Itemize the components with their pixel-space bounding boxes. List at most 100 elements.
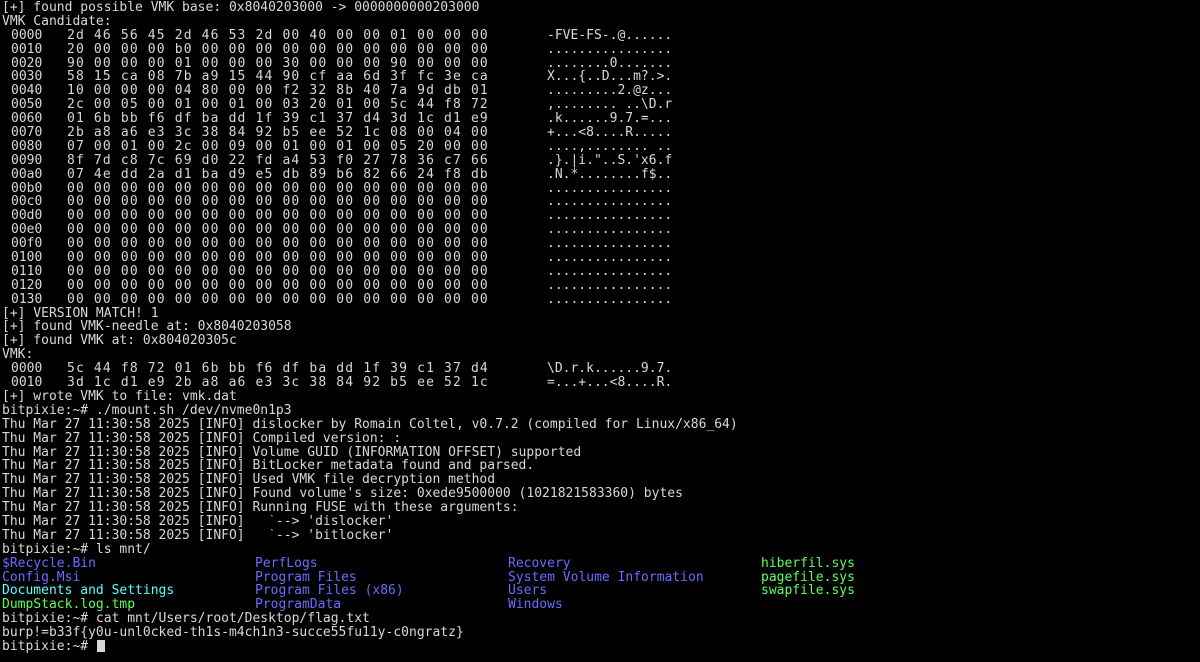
file-entry: swapfile.sys [761,583,855,599]
hexdump-row: 00d0 00 00 00 00 00 00 00 00 00 00 00 00 … [2,209,1200,223]
vmk-label: VMK: [2,348,34,363]
status-line: [+] VERSION MATCH! 1 [2,306,159,321]
hex-bytes: 5c 44 f8 72 01 6b bb f6 df ba dd 1f 39 c… [67,362,489,377]
hex-bytes: 00 00 00 00 00 00 00 00 00 00 00 00 00 0… [67,209,489,224]
hex-bytes: 2c 00 05 00 01 00 01 00 03 20 01 00 5c 4… [67,98,489,113]
hexdump-row: 00c0 00 00 00 00 00 00 00 00 00 00 00 00 … [2,195,1200,209]
hex-bytes: 00 00 00 00 00 00 00 00 00 00 00 00 00 0… [67,181,489,196]
hex-ascii: ................ [547,237,673,252]
hexdump-row: 00f0 00 00 00 00 00 00 00 00 00 00 00 00 … [2,237,1200,251]
log-line: Thu Mar 27 11:30:58 2025 [INFO] dislocke… [2,417,738,432]
hexdump-row: 0000 5c 44 f8 72 01 6b bb f6 df ba dd 1f … [2,362,1200,376]
hex-offset: 0130 [11,292,43,307]
vmk-candidate-label: VMK Candidate: [2,14,112,29]
ls-listing: $Recycle.Bin PerfLogs Recovery hiberfil.sys… [2,555,1200,613]
log-line: Thu Mar 27 11:30:58 2025 [INFO] BitLocke… [2,459,535,474]
log-line: Thu Mar 27 11:30:58 2025 [INFO] Compiled… [2,431,402,446]
ls-row: DumpStack.log.tmp ProgramData Windows [2,598,1200,612]
vmk-hexdump: 0000 5c 44 f8 72 01 6b bb f6 df ba dd 1f … [2,362,1200,390]
hex-offset: 0010 [11,376,43,390]
flag-output: burp!=b33f{y0u-unl0cked-th1s-m4ch1n3-suc… [2,626,464,640]
command-prompt[interactable]: bitpixie:~# [2,639,1200,654]
ls-row: Config.Msi Program Files System Volume Inf… [2,569,1200,585]
log-line: Thu Mar 27 11:30:58 2025 [INFO] `--> 'bi… [2,528,394,543]
hex-bytes: 2d 46 56 45 2d 46 53 2d 00 40 00 00 01 0… [67,28,489,43]
hex-ascii: .}.|i."..S.'x6.f [547,153,673,168]
hex-ascii: ................ [547,264,673,279]
hexdump-row: 0000 2d 46 56 45 2d 46 53 2d 00 40 00 00 … [2,29,1200,43]
hex-offset: 00d0 [11,209,43,224]
hex-bytes: 00 00 00 00 00 00 00 00 00 00 00 00 00 0… [67,251,489,265]
terminal-window[interactable]: [+] found possible VMK base: 0x804020300… [0,0,1200,662]
hexdump-row: 0010 3d 1c d1 e9 2b a8 a6 e3 3c 38 84 92 … [2,376,1200,390]
hex-bytes: 58 15 ca 08 7b a9 15 44 90 cf aa 6d 3f f… [67,70,489,85]
hex-bytes: 00 00 00 00 00 00 00 00 00 00 00 00 00 0… [67,223,489,238]
hex-offset: 0070 [11,126,43,140]
hex-offset: 0100 [11,251,43,265]
directory-entry: Windows [508,597,563,613]
vmk-candidate-hexdump: 0000 2d 46 56 45 2d 46 53 2d 00 40 00 00 … [2,29,1200,307]
directory-entry: ProgramData [255,597,342,613]
hexdump-row: 0020 90 00 00 00 01 00 00 00 30 00 00 00 … [2,57,1200,71]
log-line: Thu Mar 27 11:30:58 2025 [INFO] Used VMK… [2,473,496,488]
hex-offset: 0030 [11,70,43,85]
hex-bytes: 3d 1c d1 e9 2b a8 a6 e3 3c 38 84 92 b5 e… [67,376,489,390]
hexdump-row: 0050 2c 00 05 00 01 00 01 00 03 20 01 00 … [2,98,1200,112]
file-entry: pagefile.sys [761,569,855,585]
hex-bytes: 00 00 00 00 00 00 00 00 00 00 00 00 00 0… [67,278,489,293]
hexdump-row: 00e0 00 00 00 00 00 00 00 00 00 00 00 00 … [2,223,1200,237]
hexdump-row: 0070 2b a8 a6 e3 3c 38 84 92 b5 ee 52 1c … [2,126,1200,140]
hexdump-row: 00a0 07 4e dd 2a d1 ba d9 e5 db 89 b6 82 … [2,168,1200,182]
hexdump-row: 0100 00 00 00 00 00 00 00 00 00 00 00 00 … [2,251,1200,265]
hex-ascii: \D.r.k......9.7. [547,362,673,377]
hex-offset: 0120 [11,278,43,293]
file-entry: hiberfil.sys [761,555,855,571]
hex-ascii: ................ [547,181,673,196]
log-line: Thu Mar 27 11:30:58 2025 [INFO] Found vo… [2,487,683,502]
hex-offset: 0080 [11,139,43,154]
hex-ascii: ................ [547,195,673,210]
ls-row: $Recycle.Bin PerfLogs Recovery hiberfil.sys [2,555,1200,571]
hex-ascii: .........2.@z... [547,84,673,99]
hexdump-row: 0110 00 00 00 00 00 00 00 00 00 00 00 00 … [2,265,1200,279]
hex-ascii: ................ [547,292,673,307]
hex-bytes: 07 00 01 00 2c 00 09 00 01 00 01 00 05 2… [67,139,489,154]
hex-offset: 00c0 [11,195,43,210]
hex-offset: 0000 [11,28,43,43]
hex-offset: 0110 [11,264,43,279]
hexdump-row: 0130 00 00 00 00 00 00 00 00 00 00 00 00 … [2,293,1200,307]
hexdump-row: 00b0 00 00 00 00 00 00 00 00 00 00 00 00 … [2,182,1200,196]
hex-bytes: 00 00 00 00 00 00 00 00 00 00 00 00 00 0… [67,292,489,307]
hex-offset: 00f0 [11,237,43,252]
prompt-text: bitpixie:~# [2,639,96,654]
directory-entry: $Recycle.Bin [2,555,96,571]
hex-offset: 0090 [11,153,43,168]
hex-ascii: ................ [547,278,673,293]
hexdump-row: 0040 10 00 00 00 04 80 00 00 f2 32 8b 40 … [2,84,1200,98]
hex-offset: 0060 [11,112,43,127]
hexdump-row: 0060 01 6b bb f6 df ba dd 1f 39 c1 37 d4 … [2,112,1200,126]
directory-entry: Program Files (x86) [255,583,404,599]
hex-bytes: 00 00 00 00 00 00 00 00 00 00 00 00 00 0… [67,264,489,279]
hexdump-row: 0030 58 15 ca 08 7b a9 15 44 90 cf aa 6d … [2,70,1200,84]
hex-offset: 00a0 [11,167,43,182]
hex-bytes: 10 00 00 00 04 80 00 00 f2 32 8b 40 7a 9… [67,84,489,99]
hexdump-row: 0120 00 00 00 00 00 00 00 00 00 00 00 00 … [2,279,1200,293]
hex-offset: 00b0 [11,181,43,196]
hex-bytes: 90 00 00 00 01 00 00 00 30 00 00 00 90 0… [67,56,489,71]
directory-entry: Recovery [508,555,571,571]
hex-ascii: ................ [547,42,673,57]
hex-ascii: =...+...<8....R. [547,376,673,390]
log-line: Thu Mar 27 11:30:58 2025 [INFO] `--> 'di… [2,514,394,529]
directory-entry: Program Files [255,569,357,585]
ls-command: bitpixie:~# ls mnt/ [2,542,151,557]
hex-ascii: ................ [547,209,673,224]
hex-bytes: 8f 7d c8 7c 69 d0 22 fd a4 53 f0 27 78 3… [67,153,489,168]
vmk-base-line: [+] found possible VMK base: 0x804020300… [2,1,480,15]
hex-offset: 00e0 [11,223,43,238]
symlink-entry: Documents and Settings [2,583,175,599]
hex-bytes: 2b a8 a6 e3 3c 38 84 92 b5 ee 52 1c 08 0… [67,126,489,140]
status-line: [+] found VMK-needle at: 0x8040203058 [2,320,292,335]
hex-bytes: 01 6b bb f6 df ba dd 1f 39 c1 37 d4 3d 1… [67,112,489,127]
hexdump-row: 0010 20 00 00 00 b0 00 00 00 00 00 00 00 … [2,43,1200,57]
